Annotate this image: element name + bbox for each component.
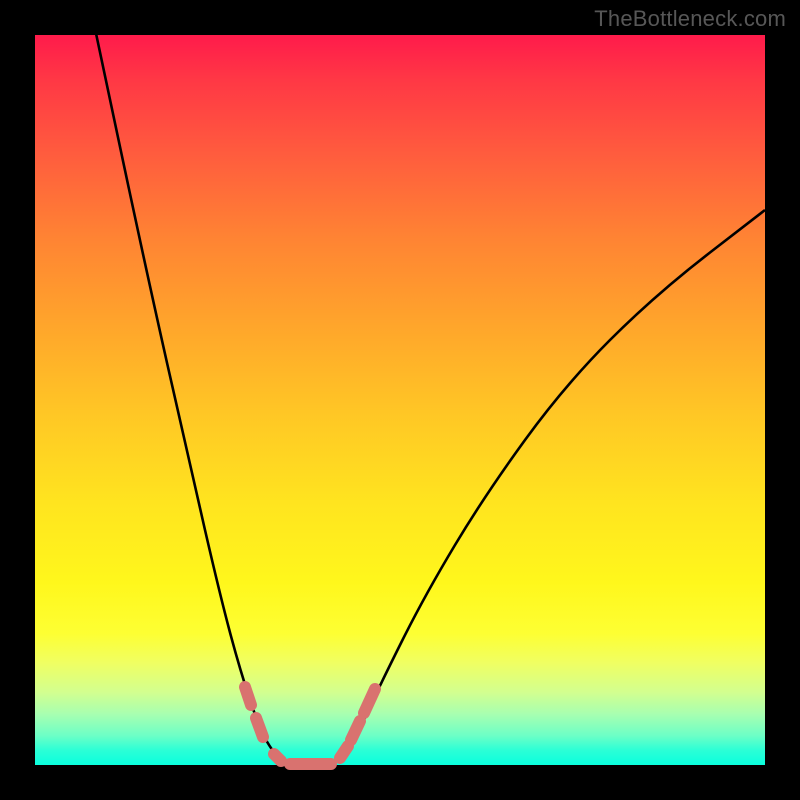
- watermark-text: TheBottleneck.com: [594, 6, 786, 32]
- highlight-marker: [364, 689, 375, 713]
- chart-plot-area: [35, 35, 765, 765]
- highlight-marker: [256, 718, 263, 737]
- highlight-markers: [245, 687, 375, 764]
- highlight-marker: [274, 754, 281, 761]
- bottleneck-curve: [90, 5, 765, 765]
- chart-svg: [35, 35, 765, 765]
- highlight-marker: [351, 721, 360, 740]
- chart-frame: TheBottleneck.com: [0, 0, 800, 800]
- highlight-marker: [340, 746, 348, 758]
- highlight-marker: [245, 687, 251, 705]
